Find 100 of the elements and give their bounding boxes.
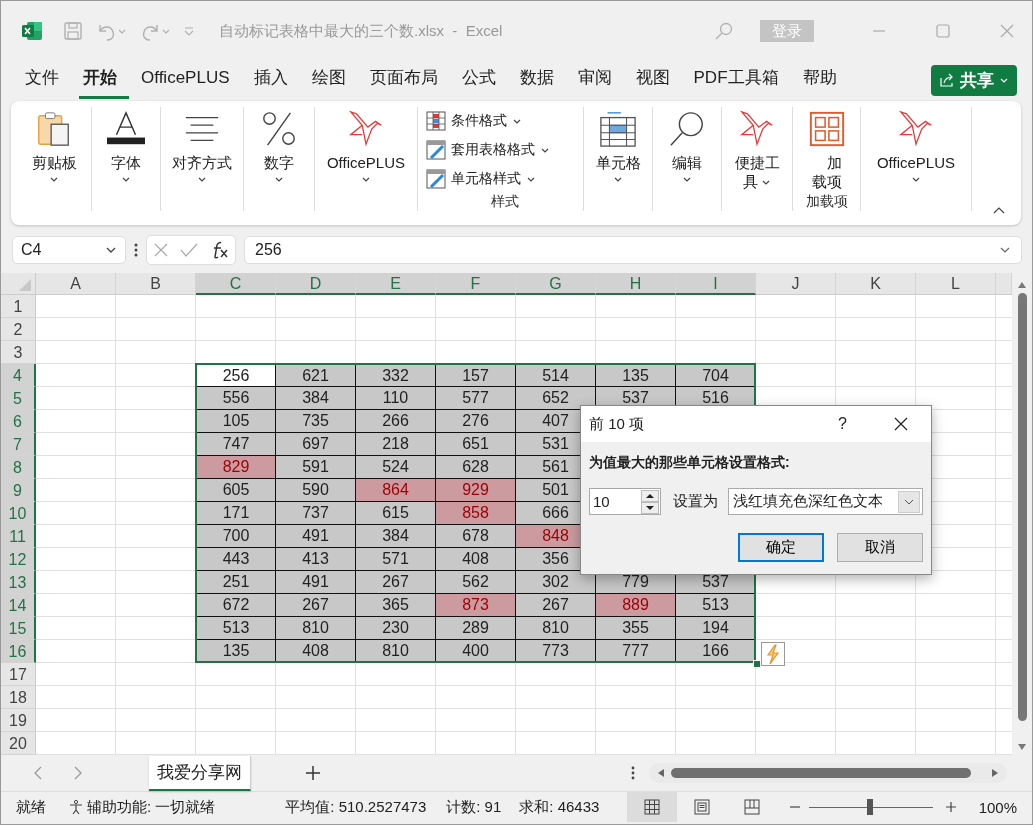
table-cell: 524	[356, 456, 436, 479]
ribbon-tab[interactable]: 视图	[631, 61, 682, 99]
number-spinner[interactable]: 10	[589, 488, 661, 515]
ribbon-button[interactable]: 便捷工具	[734, 107, 780, 191]
help-button[interactable]: ?	[838, 415, 847, 433]
more-icon[interactable]	[134, 242, 138, 258]
scroll-right-icon[interactable]	[991, 768, 999, 778]
row-header[interactable]: 4	[1, 364, 36, 387]
ribbon-menu-button[interactable]: 条件格式	[426, 107, 522, 136]
spin-down-icon[interactable]	[641, 501, 659, 514]
column-header[interactable]: D	[276, 273, 356, 295]
ribbon-tab[interactable]: OfficePLUS	[137, 62, 242, 98]
accessibility-icon[interactable]	[68, 799, 84, 815]
spin-up-icon[interactable]	[641, 489, 659, 502]
zoom-level[interactable]: 100%	[978, 798, 1017, 816]
search-icon	[668, 110, 706, 148]
row-header[interactable]: 8	[1, 456, 36, 479]
row-header[interactable]: 16	[1, 640, 36, 663]
ribbon-button[interactable]: OfficePLUS	[326, 107, 406, 184]
scroll-thumb[interactable]	[671, 768, 971, 778]
column-header[interactable]: B	[116, 273, 196, 295]
table-cell: 615	[356, 502, 436, 525]
row-header[interactable]: 19	[1, 709, 36, 732]
ribbon-tab[interactable]: 公式	[457, 61, 508, 99]
ribbon-menu-button[interactable]: 套用表格格式	[426, 135, 550, 165]
cancel-button[interactable]: 取消	[837, 533, 923, 562]
ribbon-button[interactable]: 对齐方式	[172, 107, 232, 184]
format-dropdown[interactable]: 浅红填充色深红色文本	[728, 488, 923, 515]
add-sheet-icon[interactable]	[305, 765, 321, 781]
ribbon-tab[interactable]: 插入	[249, 61, 300, 99]
more-icon[interactable]	[631, 765, 635, 781]
column-header[interactable]: F	[436, 273, 516, 295]
ok-button[interactable]: 确定	[738, 533, 824, 562]
row-header[interactable]: 11	[1, 525, 36, 548]
row-header[interactable]: 9	[1, 479, 36, 502]
ribbon-button[interactable]: 剪贴板	[31, 107, 77, 184]
fill-handle[interactable]	[753, 660, 761, 668]
ribbon-tab[interactable]: 文件	[21, 61, 71, 99]
table-cell: 267	[276, 594, 356, 617]
ribbon-tab[interactable]: 审阅	[573, 61, 624, 99]
row-header[interactable]: 18	[1, 686, 36, 709]
ribbon-menu-button[interactable]: 单元格样式	[426, 164, 536, 193]
row-header[interactable]: 14	[1, 594, 36, 617]
column-header[interactable]: H	[596, 273, 676, 295]
ribbon-button[interactable]: 数字	[260, 107, 298, 184]
row-header[interactable]: 13	[1, 571, 36, 594]
column-header[interactable]: E	[356, 273, 436, 295]
row-header[interactable]: 5	[1, 387, 36, 410]
table-cell: 513	[676, 594, 756, 617]
table-cell: 873	[436, 594, 516, 617]
column-header[interactable]: C	[196, 273, 276, 295]
formula-field[interactable]: 256	[244, 236, 1022, 264]
ribbon-button[interactable]: 字体	[107, 107, 145, 184]
name-box[interactable]: C4	[12, 236, 126, 264]
row-header[interactable]: 3	[1, 341, 36, 364]
sum-value: 求和: 46433	[519, 797, 600, 817]
status-text: 就绪	[16, 797, 46, 817]
horizontal-scrollbar[interactable]	[649, 763, 1007, 783]
table-cell: 829	[196, 456, 276, 479]
scroll-left-icon[interactable]	[657, 768, 665, 778]
row-header[interactable]: 12	[1, 548, 36, 571]
ribbon-tab[interactable]: 数据	[515, 61, 566, 99]
ribbon-tab[interactable]: PDF工具箱	[689, 61, 791, 99]
ribbon-tab[interactable]: 页面布局	[365, 61, 450, 99]
ribbon-button[interactable]: OfficePLUS	[876, 107, 956, 184]
ribbon-button[interactable]: 单元格	[595, 107, 641, 184]
ribbon-button[interactable]: 加载项	[807, 107, 846, 191]
share-button[interactable]: 共享	[931, 64, 1017, 96]
scroll-thumb[interactable]	[1017, 293, 1027, 721]
ribbon-button[interactable]: 编辑	[668, 107, 706, 184]
scroll-down-icon[interactable]	[1017, 743, 1027, 751]
lightning-icon[interactable]	[761, 642, 785, 666]
row-header[interactable]: 6	[1, 410, 36, 433]
row-header[interactable]: 20	[1, 732, 36, 755]
column-header[interactable]: L	[916, 273, 996, 295]
row-header[interactable]: 15	[1, 617, 36, 640]
column-header[interactable]: A	[36, 273, 116, 295]
row-header[interactable]: 7	[1, 433, 36, 456]
scroll-up-icon[interactable]	[1017, 281, 1027, 289]
zoom-in-icon[interactable]	[944, 801, 957, 813]
close-icon[interactable]	[893, 416, 909, 432]
zoom-slider-thumb[interactable]	[866, 799, 873, 815]
table-cell: 700	[196, 525, 276, 548]
row-header[interactable]: 1	[1, 295, 36, 318]
ribbon-tab[interactable]: 帮助	[798, 61, 849, 99]
cancel-icon[interactable]	[153, 242, 169, 258]
column-header[interactable]: J	[756, 273, 836, 295]
accessibility-status[interactable]: 辅助功能: 一切就绪	[87, 797, 216, 817]
column-header[interactable]: G	[516, 273, 596, 295]
row-header[interactable]: 10	[1, 502, 36, 525]
column-header[interactable]: K	[836, 273, 916, 295]
row-header[interactable]: 17	[1, 663, 36, 686]
next-sheet-icon[interactable]	[73, 766, 83, 780]
column-header[interactable]: I	[676, 273, 756, 295]
previous-sheet-icon[interactable]	[33, 766, 43, 780]
ribbon-tab[interactable]: 绘图	[307, 61, 358, 99]
check-icon[interactable]	[180, 242, 198, 258]
sheet-tab[interactable]: 我爱分享网	[149, 755, 251, 791]
normal-view-button[interactable]	[626, 792, 677, 822]
row-header[interactable]: 2	[1, 318, 36, 341]
